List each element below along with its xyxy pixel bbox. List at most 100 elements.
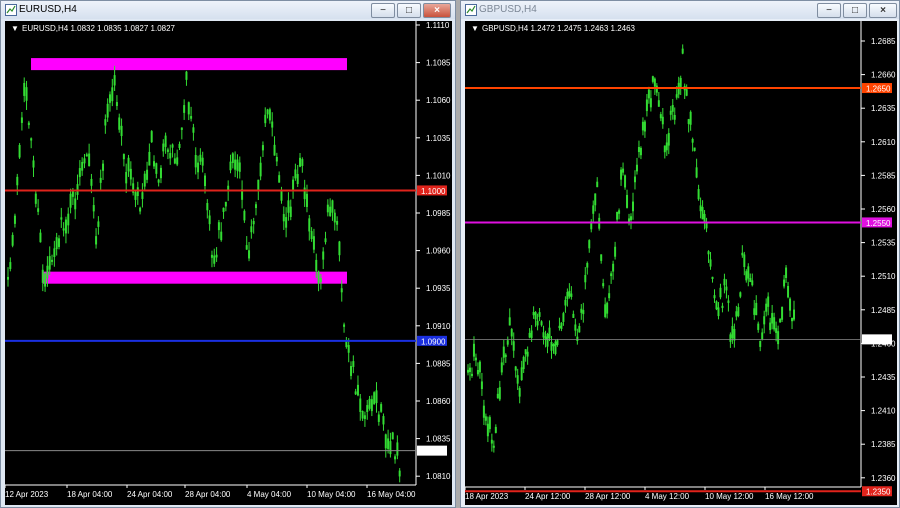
chart-window-icon — [465, 4, 477, 16]
candle-body — [354, 391, 357, 395]
price-level-label: 1.2550 — [866, 219, 891, 228]
candle-body — [480, 381, 483, 390]
candle-body — [514, 366, 517, 371]
candle-body — [645, 99, 648, 112]
candle-body — [594, 193, 597, 206]
candle-body — [701, 206, 704, 220]
supply-demand-zone[interactable] — [31, 58, 347, 71]
candle-body — [134, 192, 137, 200]
candle-body — [370, 399, 373, 412]
candle-body — [41, 269, 44, 283]
candle-body — [558, 325, 561, 329]
minimize-button[interactable]: − — [371, 3, 395, 18]
title-bar[interactable]: GBPUSD,H4 − □ × — [461, 1, 899, 19]
candle-body — [769, 322, 772, 331]
candle-body — [384, 434, 387, 449]
symbol-info-dropdown-icon[interactable]: ▼ — [11, 24, 19, 33]
candle-body — [781, 306, 784, 320]
candle-body — [616, 212, 619, 220]
symbol-info-dropdown-icon[interactable]: ▼ — [471, 24, 479, 33]
candle-body — [155, 163, 158, 174]
candle-body — [755, 302, 758, 316]
chart-window-gbpusd[interactable]: GBPUSD,H4 − □ × ▼ GBPUSD,H4 1.2472 1.247… — [460, 0, 900, 508]
candle-body — [282, 214, 285, 222]
candle-body — [27, 122, 30, 126]
candle-body — [254, 204, 257, 209]
chart-canvas[interactable]: ▼ EURUSD,H4 1.0832 1.0835 1.0827 1.0827 … — [5, 21, 452, 505]
maximize-button[interactable]: □ — [843, 3, 867, 18]
candle-body — [139, 207, 142, 212]
chart-window-eurusd[interactable]: EURUSD,H4 − □ × ▼ EURUSD,H4 1.0832 1.083… — [0, 0, 456, 508]
candle-body — [187, 102, 190, 115]
price-chart[interactable]: ▼ GBPUSD,H4 1.2472 1.2475 1.2463 1.2463 … — [465, 21, 897, 505]
candle-body — [771, 313, 774, 324]
candle-body — [9, 262, 12, 269]
candle-body — [783, 279, 786, 287]
candle-body — [699, 205, 702, 212]
candle-body — [592, 205, 595, 214]
candle-body — [322, 251, 325, 260]
candle-body — [122, 154, 125, 160]
candle-body — [368, 398, 371, 409]
price-axis-label: 1.1035 — [426, 134, 451, 143]
candle-body — [524, 349, 527, 355]
candle-body — [631, 201, 634, 212]
candle-body — [582, 310, 585, 315]
candle-body — [737, 307, 740, 317]
price-chart[interactable]: ▼ EURUSD,H4 1.0832 1.0835 1.0827 1.0827 … — [5, 21, 452, 505]
candle-body — [319, 277, 322, 283]
close-button[interactable]: × — [869, 3, 897, 18]
price-level-label: 1.0900 — [421, 337, 446, 346]
candle-body — [88, 153, 91, 167]
candle-body — [628, 218, 631, 222]
candle-body — [157, 179, 160, 183]
candle-body — [46, 265, 49, 279]
price-axis-label: 1.2510 — [871, 272, 896, 281]
candle-body — [657, 100, 660, 107]
candle-body — [709, 259, 712, 267]
maximize-button[interactable]: □ — [397, 3, 421, 18]
candle-body — [508, 317, 511, 326]
candle-body — [301, 159, 304, 166]
candle-body — [120, 125, 123, 137]
candle-body — [324, 238, 327, 243]
candle-body — [69, 193, 72, 208]
candle-body — [570, 293, 573, 297]
candle-body — [719, 287, 722, 298]
candle-body — [552, 344, 555, 347]
candle-body — [620, 169, 623, 180]
candle-body — [310, 231, 313, 240]
price-axis-label: 1.0810 — [426, 472, 451, 481]
candle-body — [639, 147, 642, 156]
candle-body — [166, 149, 169, 152]
price-axis-label: 1.2660 — [871, 71, 896, 80]
time-axis-label: 18 Apr 04:00 — [67, 490, 113, 499]
candle-body — [62, 228, 65, 231]
price-axis-label: 1.1060 — [426, 96, 451, 105]
candle-body — [586, 263, 589, 268]
chart-canvas[interactable]: ▼ GBPUSD,H4 1.2472 1.2475 1.2463 1.2463 … — [465, 21, 897, 505]
candle-body — [663, 145, 666, 153]
candle-body — [596, 181, 599, 188]
candle-body — [691, 138, 694, 143]
supply-demand-zone[interactable] — [43, 271, 347, 284]
candle-body — [115, 102, 118, 107]
candle-body — [470, 373, 473, 376]
candle-body — [303, 187, 306, 200]
minimize-button[interactable]: − — [817, 3, 841, 18]
close-button[interactable]: × — [423, 3, 451, 18]
candle-body — [60, 217, 63, 220]
candle-body — [743, 254, 746, 268]
candle-body — [108, 94, 111, 103]
candle-body — [542, 332, 545, 338]
candle-body — [474, 357, 477, 361]
candle-body — [317, 271, 320, 284]
title-bar[interactable]: EURUSD,H4 − □ × — [1, 1, 455, 19]
candle-body — [472, 343, 475, 357]
candle-body — [92, 205, 95, 212]
candle-body — [556, 340, 559, 346]
candle-body — [222, 207, 225, 212]
candle-body — [534, 312, 537, 320]
candle-body — [236, 159, 239, 171]
candle-body — [208, 215, 211, 225]
